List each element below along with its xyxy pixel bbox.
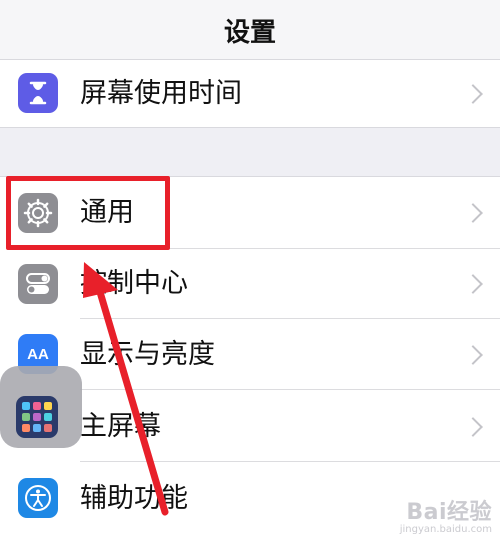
watermark: Bai经验 jingyan.baidu.com <box>400 494 492 535</box>
watermark-url: jingyan.baidu.com <box>399 524 492 535</box>
red-arrow-annotation <box>83 262 169 516</box>
watermark-logo: Bai经验 <box>406 500 492 525</box>
